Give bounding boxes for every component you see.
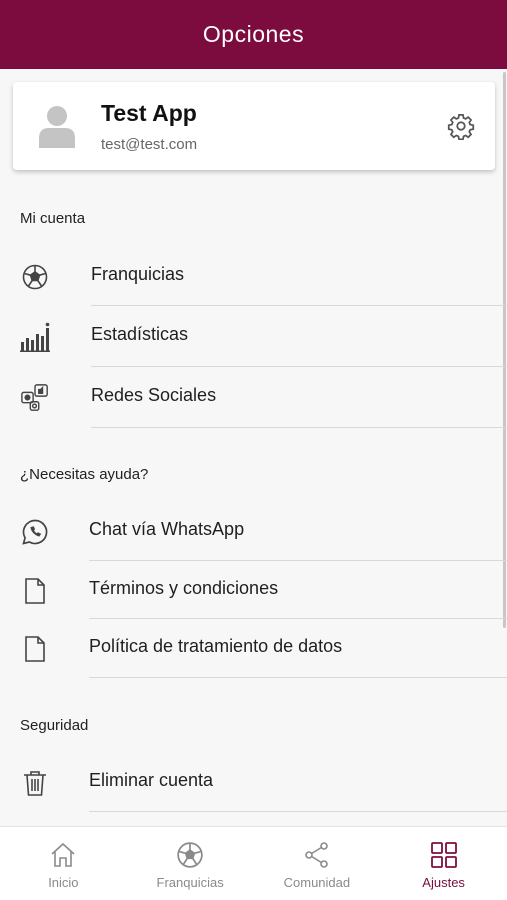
home-icon <box>51 842 75 867</box>
menu-item-terms[interactable]: Términos y condiciones <box>0 560 507 620</box>
menu-item-franquicias[interactable]: Franquicias <box>0 246 507 306</box>
nav-label: Ajustes <box>422 875 465 890</box>
section-title-help: ¿Necesitas ayuda? <box>20 466 149 483</box>
section-title-security: Seguridad <box>20 717 89 734</box>
menu-item-privacy-policy[interactable]: Política de tratamiento de datos <box>0 618 507 678</box>
menu-item-label: Chat vía WhatsApp <box>89 519 245 539</box>
profile-card[interactable]: Test App test@test.com <box>13 82 495 170</box>
menu-item-label: Términos y condiciones <box>89 578 279 598</box>
nav-item-ajustes[interactable]: Ajustes <box>380 827 507 900</box>
bottom-navigation: Inicio Franquicias Comunidad Ajustes <box>0 826 507 900</box>
divider <box>89 811 507 812</box>
soccer-ball-icon <box>20 262 50 292</box>
nav-label: Inicio <box>48 875 79 890</box>
menu-item-label: Política de tratamiento de datos <box>89 636 343 656</box>
divider <box>91 427 507 428</box>
gear-icon[interactable] <box>447 112 475 140</box>
trash-icon <box>20 768 50 798</box>
menu-item-whatsapp-chat[interactable]: Chat vía WhatsApp <box>0 501 507 561</box>
nav-label: Franquicias <box>156 875 224 890</box>
menu-item-delete-account[interactable]: Eliminar cuenta <box>0 752 507 812</box>
nav-item-inicio[interactable]: Inicio <box>0 827 127 900</box>
app-header: Opciones <box>0 0 507 69</box>
menu-item-estadisticas[interactable]: Estadísticas <box>0 306 507 367</box>
divider <box>89 677 507 678</box>
grid-icon <box>430 842 457 868</box>
menu-item-label: Redes Sociales <box>91 385 217 405</box>
section-title-account: Mi cuenta <box>20 210 86 227</box>
share-icon <box>305 842 328 868</box>
menu-item-label: Estadísticas <box>91 324 189 344</box>
page-title: Opciones <box>202 21 305 47</box>
bar-chart-icon <box>20 322 50 352</box>
menu-item-label: Eliminar cuenta <box>89 770 214 790</box>
soccer-ball-icon <box>177 842 203 868</box>
user-avatar-icon <box>39 106 75 148</box>
menu-item-label: Franquicias <box>91 264 185 284</box>
document-icon <box>20 634 50 664</box>
nav-label: Comunidad <box>283 875 351 890</box>
profile-name: Test App <box>101 100 197 126</box>
whatsapp-icon <box>20 517 50 547</box>
profile-email: test@test.com <box>101 136 198 153</box>
nav-item-franquicias[interactable]: Franquicias <box>127 827 254 900</box>
menu-item-redes-sociales[interactable]: Redes Sociales <box>0 367 507 428</box>
nav-item-comunidad[interactable]: Comunidad <box>254 827 381 900</box>
social-media-icon <box>20 383 50 413</box>
document-icon <box>20 576 50 606</box>
